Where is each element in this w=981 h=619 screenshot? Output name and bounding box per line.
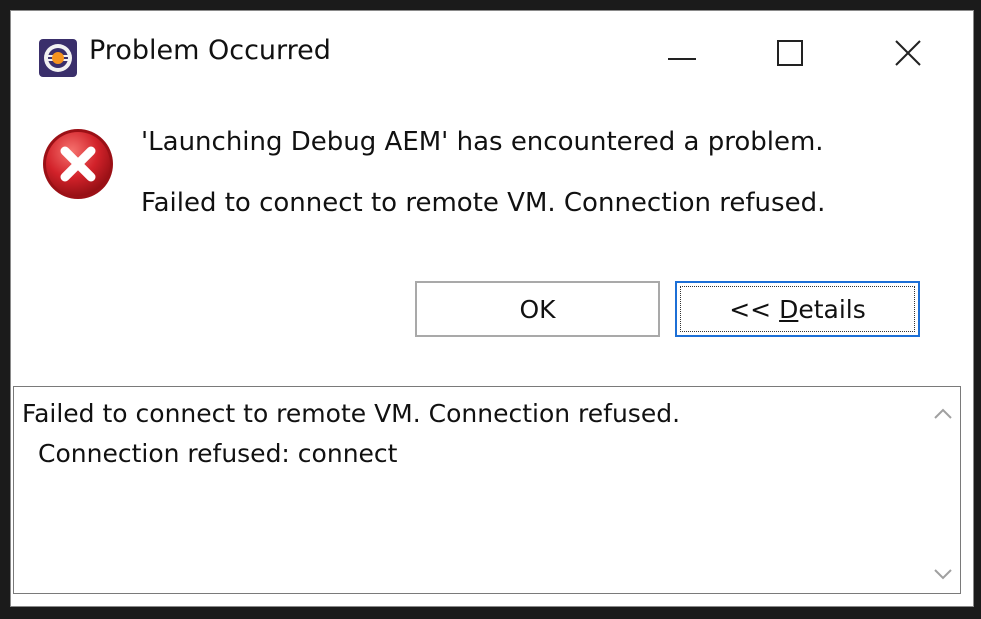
details-button[interactable]: << Details [675, 281, 920, 337]
close-button[interactable] [883, 31, 933, 79]
details-line: Connection refused: connect [38, 439, 398, 468]
window-title: Problem Occurred [89, 35, 331, 66]
error-icon [41, 127, 115, 201]
problem-dialog: Problem Occurred 'Launching Debug AEM' h… [10, 10, 974, 607]
error-message-title: 'Launching Debug AEM' has encountered a … [141, 127, 824, 157]
details-text-area[interactable]: Failed to connect to remote VM. Connecti… [13, 386, 961, 594]
details-label-rest: etails [798, 294, 866, 324]
minimize-icon [668, 46, 696, 65]
chevron-down-icon[interactable] [932, 565, 954, 583]
details-label-mnemonic: D [779, 294, 799, 324]
maximize-button[interactable] [765, 31, 815, 79]
maximize-icon [777, 40, 803, 70]
close-icon [895, 40, 921, 70]
error-message-detail: Failed to connect to remote VM. Connecti… [141, 188, 826, 218]
minimize-button[interactable] [657, 31, 707, 79]
details-label-prefix: << [729, 294, 780, 324]
vertical-scrollbar[interactable] [926, 387, 960, 593]
title-bar[interactable]: Problem Occurred [11, 11, 973, 87]
eclipse-icon [37, 37, 79, 79]
chevron-up-icon[interactable] [932, 405, 954, 423]
details-line: Failed to connect to remote VM. Connecti… [22, 399, 681, 428]
ok-button[interactable]: OK [415, 281, 660, 337]
